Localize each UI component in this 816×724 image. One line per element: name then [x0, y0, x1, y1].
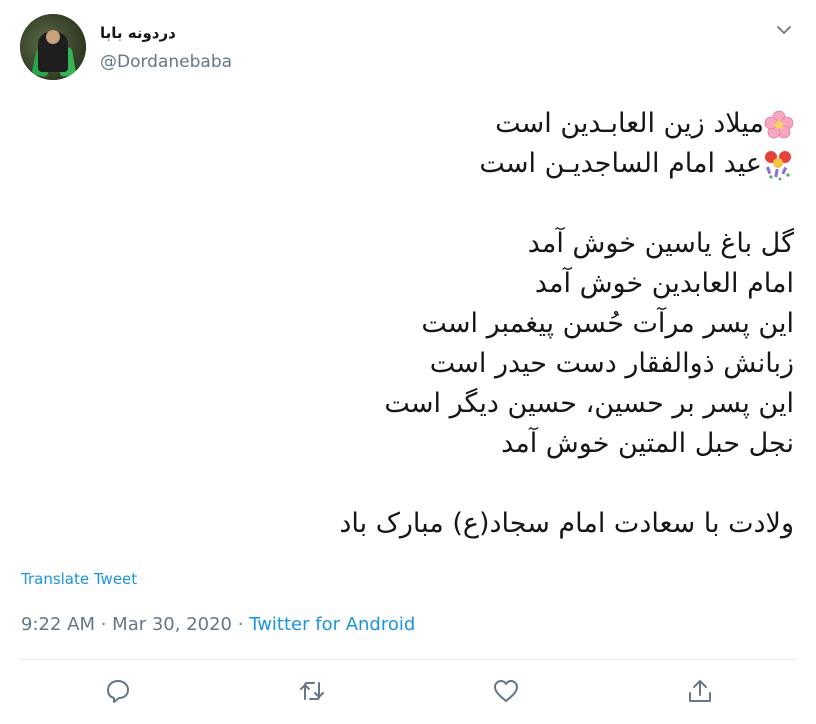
chevron-down-icon[interactable]: [776, 22, 792, 38]
tweet-line: زبانش ذوالفقار دست حیدر است: [429, 348, 794, 379]
display-name[interactable]: دردونه بابا: [100, 24, 176, 42]
share-icon[interactable]: [686, 677, 714, 705]
tweet-text: میلاد زین العابـدین است عید امام الساجدی…: [34, 104, 794, 544]
reply-icon[interactable]: [104, 677, 132, 705]
tweet-line-text: عید امام الساجدیـن است: [479, 148, 762, 179]
tweet-source-link[interactable]: Twitter for Android: [249, 614, 415, 635]
translate-tweet-link[interactable]: Translate Tweet: [21, 570, 137, 588]
cherry-blossom-icon: [764, 110, 794, 138]
tweet-line: عید امام الساجدیـن است: [34, 144, 794, 184]
tweet-line: این پسر مرآت حُسن پیغمبر است: [421, 308, 794, 339]
party-popper-icon: [765, 150, 791, 180]
tweet-meta: 9:22 AM · Mar 30, 2020 · Twitter for And…: [21, 614, 415, 635]
tweet-line: ولادت با سعادت امام سجاد(ع) مبارک باد: [339, 508, 794, 539]
retweet-icon[interactable]: [298, 677, 326, 705]
user-handle[interactable]: @Dordanebaba: [100, 52, 232, 72]
tweet-line: میلاد زین العابـدین است: [34, 104, 794, 144]
tweet-line: این پسر بر حسین، حسین دیگر است: [384, 388, 794, 419]
separator: ·: [95, 614, 113, 635]
tweet-line: گل باغ یاسین خوش آمد: [527, 228, 794, 259]
tweet-line-text: میلاد زین العابـدین است: [495, 108, 764, 139]
tweet-date[interactable]: Mar 30, 2020: [112, 614, 232, 635]
tweet-line: امام العابدین خوش آمد: [534, 268, 794, 299]
tweet-line: نجل حبل المتین خوش آمد: [501, 428, 794, 459]
divider: [20, 659, 796, 660]
avatar[interactable]: [20, 14, 86, 80]
tweet-time[interactable]: 9:22 AM: [21, 614, 95, 635]
like-icon[interactable]: [492, 677, 520, 705]
separator: ·: [232, 614, 250, 635]
